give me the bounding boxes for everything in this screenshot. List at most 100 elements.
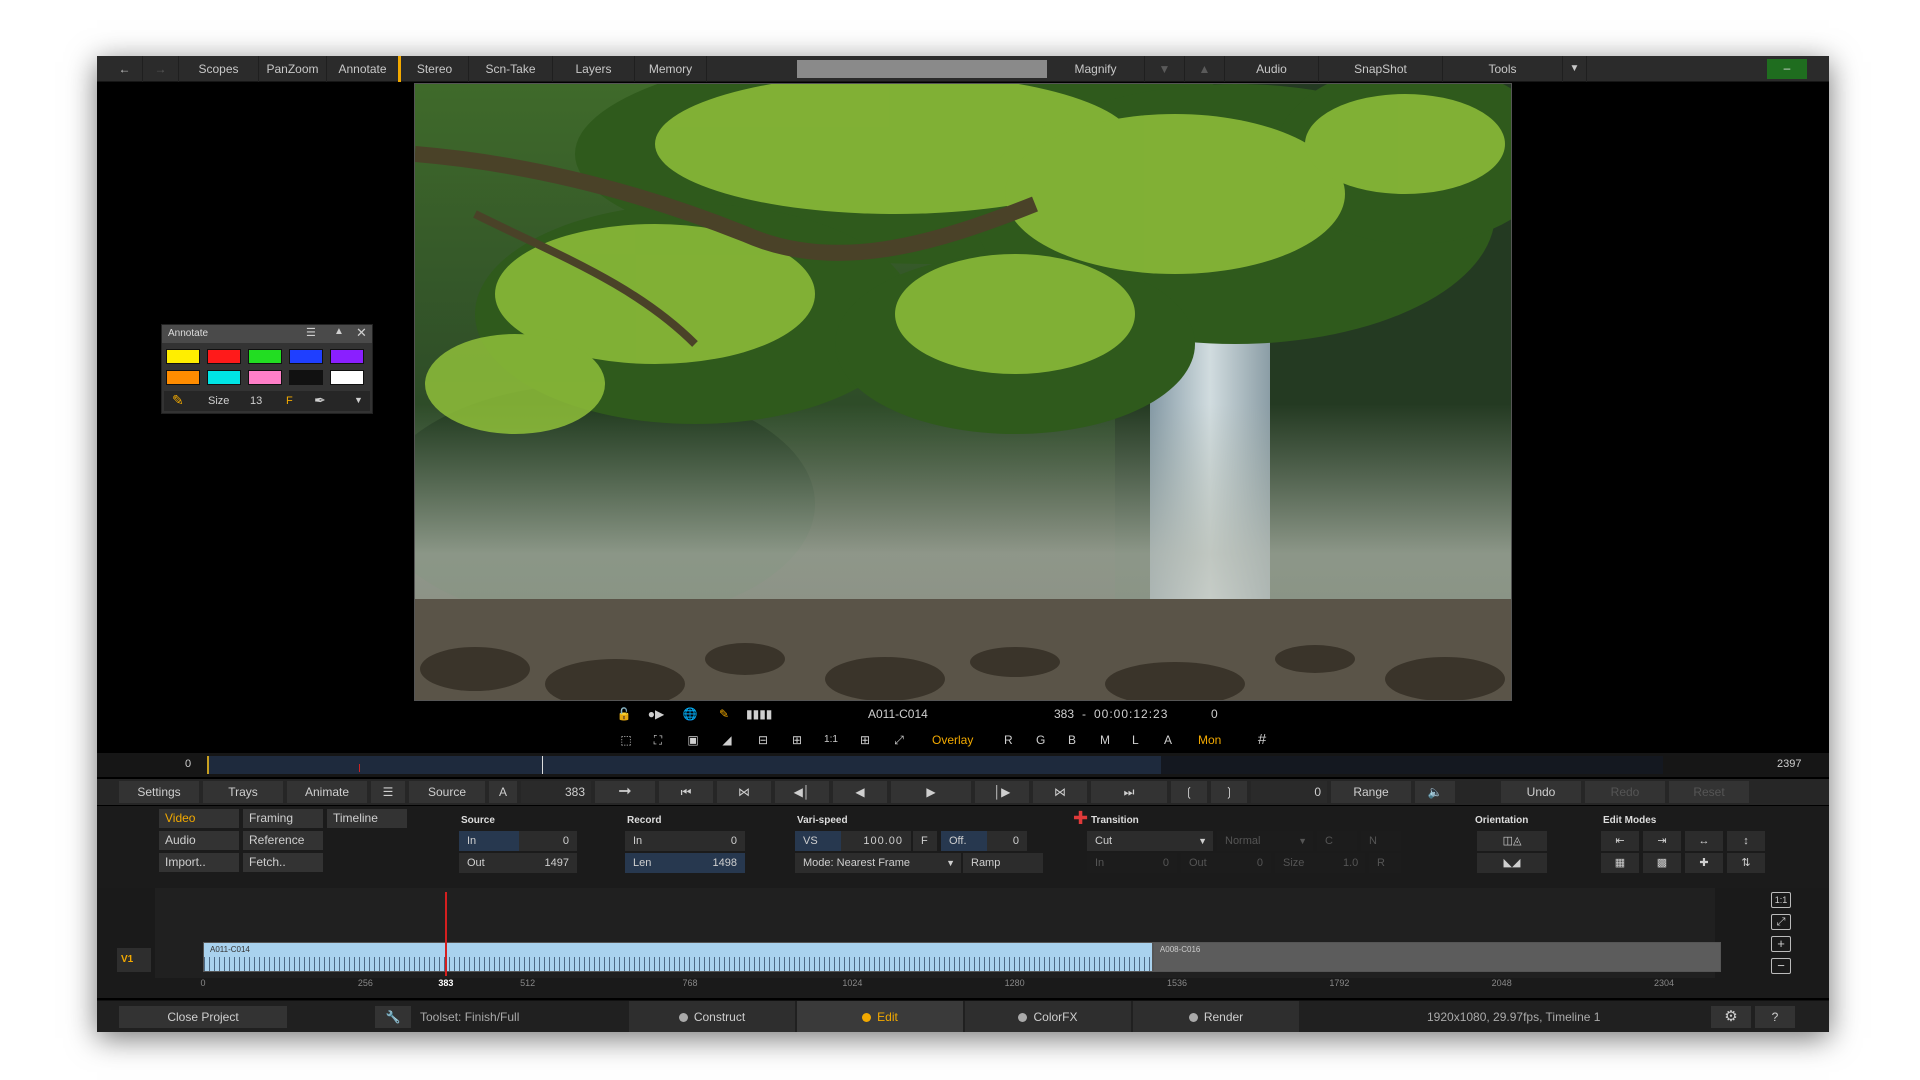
mark-in-icon[interactable]: ❲ [1171, 781, 1207, 803]
vs-value[interactable]: 100.00 [841, 831, 911, 851]
menu-magnify[interactable]: Magnify [1047, 56, 1145, 82]
menu-annotate[interactable]: Annotate [327, 56, 401, 82]
source-button[interactable]: Source [409, 781, 485, 803]
color-swatch[interactable] [289, 349, 323, 364]
timeline-playhead[interactable] [444, 892, 447, 976]
off-value[interactable]: 0 [987, 831, 1027, 851]
color-swatch[interactable] [289, 370, 323, 385]
size-value[interactable]: 13 [250, 395, 262, 407]
color-swatch[interactable] [330, 370, 364, 385]
undo-button[interactable]: Undo [1501, 781, 1581, 803]
help-button[interactable]: ? [1755, 1006, 1795, 1028]
timeline-zoom-out-icon[interactable]: − [1771, 958, 1791, 974]
settings-button[interactable]: Settings [119, 781, 199, 803]
prev-edit-icon[interactable]: ⋈ [717, 781, 771, 803]
flip-horizontal-icon[interactable]: ◫◬ [1477, 831, 1547, 851]
flip-vertical-icon[interactable]: ◣◢ [1477, 853, 1547, 873]
scrub-track[interactable] [207, 756, 1663, 774]
color-swatch[interactable] [207, 349, 241, 364]
transition-in-value[interactable]: 0 [1147, 853, 1177, 873]
safe-area-icon[interactable]: ⬚ [614, 727, 638, 753]
step-forward-icon[interactable]: │▶ [975, 781, 1029, 803]
menu-stereo[interactable]: Stereo [401, 56, 469, 82]
ripple-mode-icon[interactable]: ▦ [1601, 853, 1639, 873]
magnify-down-icon[interactable]: ▼ [1145, 56, 1185, 82]
off-label[interactable]: Off. [941, 831, 987, 851]
fit-timeline-icon[interactable]: ⤢ [1771, 914, 1791, 930]
annotate-pencil-icon[interactable]: ✎ [712, 701, 736, 727]
color-swatch[interactable] [248, 370, 282, 385]
channel-a[interactable]: A [1164, 727, 1172, 753]
tab-reference[interactable]: Reference [243, 831, 323, 850]
menu-scn-take[interactable]: Scn-Take [469, 56, 553, 82]
scrub-playhead[interactable] [542, 756, 543, 774]
wipe-icon[interactable]: ◢ [714, 727, 740, 753]
grid-icon[interactable]: # [1250, 727, 1274, 753]
slip-mode-icon[interactable]: ↕ [1727, 831, 1765, 851]
magnify-up-icon[interactable]: ▲ [1185, 56, 1225, 82]
transition-size-value[interactable]: 1.0 [1335, 853, 1365, 873]
track-v1-label[interactable]: V1 [117, 948, 151, 972]
vs-label[interactable]: VS [795, 831, 841, 851]
list-icon[interactable]: ☰ [371, 781, 405, 803]
swap-mode-icon[interactable]: ⇅ [1727, 853, 1765, 873]
source-in-value[interactable]: 0 [519, 831, 577, 851]
animate-button[interactable]: Animate [287, 781, 367, 803]
range-button[interactable]: Range [1331, 781, 1411, 803]
collapse-icon[interactable]: ▲ [334, 326, 344, 337]
zoom-out-icon[interactable]: ⊟ [752, 727, 774, 753]
transition-type-dropdown[interactable]: Cut ▼ [1087, 831, 1213, 851]
back-arrow-icon[interactable]: ← [107, 56, 143, 82]
insert-mode-icon[interactable]: ⇤ [1601, 831, 1639, 851]
channel-l[interactable]: L [1132, 727, 1139, 753]
a-button[interactable]: A [489, 781, 517, 803]
eraser-icon[interactable]: ✒ [314, 392, 326, 409]
frame-field[interactable]: 383 [521, 781, 591, 803]
play-reverse-icon[interactable]: ◀ [833, 781, 887, 803]
letterbox-icon[interactable]: ▣ [680, 727, 706, 753]
tab-fetch[interactable]: Fetch.. [243, 853, 323, 872]
record-in-value[interactable]: 0 [685, 831, 745, 851]
filmstrip-icon[interactable]: ▮▮▮▮ [746, 701, 772, 727]
menu-panzoom[interactable]: PanZoom [259, 56, 327, 82]
tab-audio[interactable]: Audio [159, 831, 239, 850]
menu-layers[interactable]: Layers [553, 56, 635, 82]
lift-mode-icon[interactable]: ▩ [1643, 853, 1681, 873]
menu-audio[interactable]: Audio [1225, 56, 1319, 82]
channel-b[interactable]: B [1068, 727, 1076, 753]
minimize-button[interactable]: – [1767, 59, 1807, 79]
tab-render[interactable]: Render [1133, 1001, 1299, 1032]
monitor-toggle[interactable]: Mon [1198, 727, 1221, 753]
zoom-in-icon[interactable]: ⊞ [786, 727, 808, 753]
step-back-icon[interactable]: ◀│ [775, 781, 829, 803]
close-icon[interactable]: ✕ [356, 325, 367, 341]
vs-f-button[interactable]: F [913, 831, 937, 851]
overwrite-mode-icon[interactable]: ⇥ [1643, 831, 1681, 851]
mark-out-icon[interactable]: ❳ [1211, 781, 1247, 803]
menu-icon[interactable]: ☰ [306, 326, 316, 339]
transition-out-value[interactable]: 0 [1241, 853, 1271, 873]
ramp-button[interactable]: Ramp [963, 853, 1043, 873]
fit-icon[interactable]: ⊞ [854, 727, 876, 753]
color-swatch[interactable] [248, 349, 282, 364]
close-project-button[interactable]: Close Project [119, 1006, 287, 1028]
range-value[interactable]: 0 [1251, 781, 1327, 803]
video-viewer[interactable] [414, 83, 1512, 701]
one-to-one-icon[interactable]: 1:1 [820, 727, 842, 753]
wrench-icon[interactable]: 🔧 [375, 1006, 411, 1028]
speaker-icon[interactable]: 🔈 [1415, 781, 1455, 803]
tab-edit[interactable]: Edit [797, 1001, 963, 1032]
color-swatch[interactable] [330, 349, 364, 364]
menu-tools[interactable]: Tools [1443, 56, 1563, 82]
globe-icon[interactable]: 🌐 [678, 701, 702, 727]
c-button[interactable]: C [1317, 831, 1357, 851]
timeline-clip[interactable]: A011-C014 [203, 942, 1153, 972]
annotate-titlebar[interactable]: Annotate ☰ ▲ ✕ [162, 325, 372, 343]
channel-r[interactable]: R [1004, 727, 1013, 753]
dropdown-icon[interactable]: ▼ [354, 395, 363, 405]
forward-arrow-icon[interactable]: → [143, 56, 179, 82]
redo-button[interactable]: Redo [1585, 781, 1665, 803]
color-swatch[interactable] [166, 349, 200, 364]
channel-m[interactable]: M [1100, 727, 1110, 753]
zoom-one-to-one-icon[interactable]: 1:1 [1771, 892, 1791, 908]
